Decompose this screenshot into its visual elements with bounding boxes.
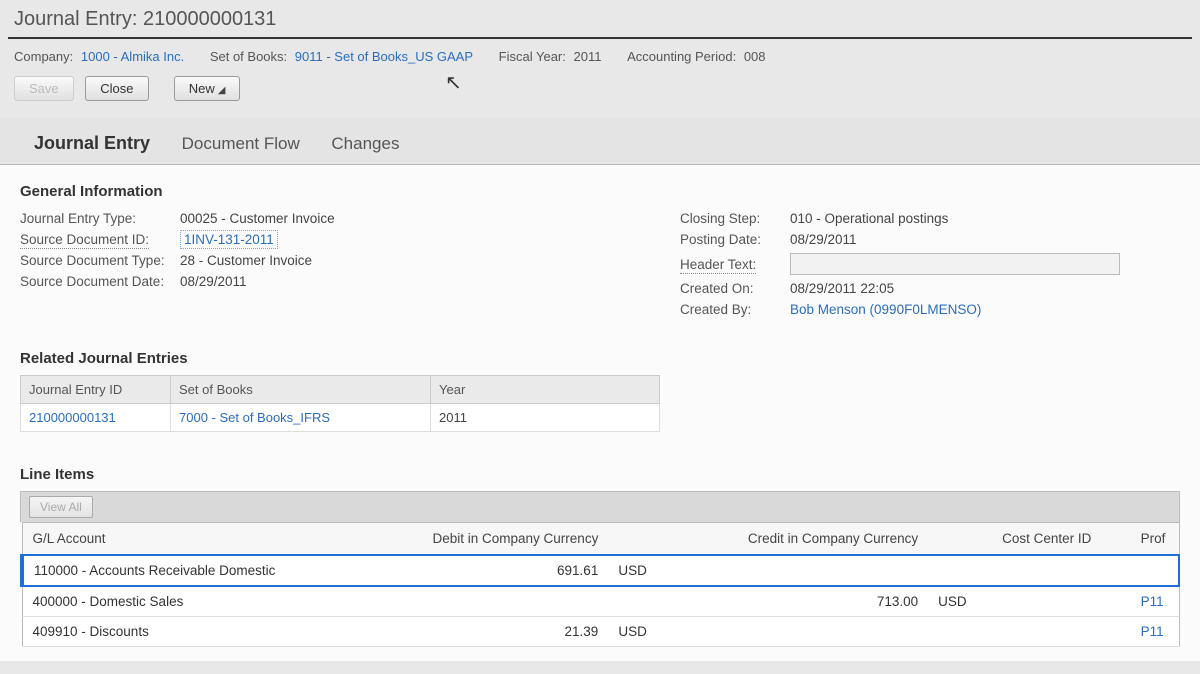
- closing-step-value: 010 - Operational postings: [790, 211, 948, 226]
- line-profit[interactable]: [1131, 555, 1179, 586]
- line-gl: 110000 - Accounts Receivable Domestic: [22, 555, 406, 586]
- line-credit-cur: [928, 617, 992, 647]
- line-profit[interactable]: P11: [1131, 617, 1179, 647]
- company-label: Company:: [14, 49, 73, 64]
- line-items-header-row: G/L Account Debit in Company Currency Cr…: [22, 523, 1179, 556]
- source-doc-date-value: 08/29/2011: [180, 274, 247, 289]
- line-items-table: G/L Account Debit in Company Currency Cr…: [20, 522, 1180, 647]
- line-items-title: Line Items: [20, 466, 1180, 483]
- related-col-sob: Set of Books: [171, 376, 431, 404]
- tab-journal-entry[interactable]: Journal Entry: [20, 125, 164, 164]
- created-by-label: Created By:: [680, 302, 790, 317]
- tab-document-flow[interactable]: Document Flow: [168, 126, 314, 164]
- col-debit: Debit in Company Currency: [406, 523, 609, 556]
- col-profit: Prof: [1131, 523, 1179, 556]
- je-type-label: Journal Entry Type:: [20, 211, 180, 226]
- set-of-books-link[interactable]: 9011 - Set of Books_US GAAP: [295, 49, 473, 64]
- save-button: Save: [14, 76, 74, 101]
- source-doc-date-label: Source Document Date:: [20, 274, 180, 289]
- line-credit-cur: [928, 555, 992, 586]
- related-col-id: Journal Entry ID: [21, 376, 171, 404]
- related-header-row: Journal Entry ID Set of Books Year: [21, 376, 660, 404]
- tabs: Journal Entry Document Flow Changes: [0, 117, 1200, 165]
- line-debit-amt: 691.61: [406, 555, 609, 586]
- related-table: Journal Entry ID Set of Books Year 21000…: [20, 375, 660, 432]
- general-info-title: General Information: [20, 183, 1180, 200]
- source-doc-id-label: Source Document ID:: [20, 232, 149, 249]
- line-debit-amt: 21.39: [406, 617, 609, 647]
- posting-date-value: 08/29/2011: [790, 232, 857, 247]
- page-title: Journal Entry: 210000000131: [0, 0, 1200, 37]
- related-row[interactable]: 210000000131 7000 - Set of Books_IFRS 20…: [21, 404, 660, 432]
- view-all-button[interactable]: View All: [29, 496, 93, 518]
- general-info-right: Closing Step: 010 - Operational postings…: [680, 208, 1180, 320]
- line-credit-cur: USD: [928, 586, 992, 617]
- source-doc-id-link[interactable]: 1INV-131-2011: [180, 230, 278, 249]
- header-text-input[interactable]: [790, 253, 1120, 275]
- content-area: General Information Journal Entry Type: …: [0, 165, 1200, 661]
- line-credit-amt: [672, 555, 928, 586]
- related-id-link[interactable]: 210000000131: [21, 404, 171, 432]
- line-profit[interactable]: P11: [1131, 586, 1179, 617]
- fiscal-year-value: 2011: [573, 49, 601, 64]
- page-title-id: 210000000131: [143, 8, 276, 30]
- line-row[interactable]: 110000 - Accounts Receivable Domestic 69…: [22, 555, 1179, 586]
- line-debit-cur: [608, 586, 672, 617]
- line-items-toolbar: View All: [20, 491, 1180, 522]
- header-divider: [8, 37, 1192, 39]
- tab-changes[interactable]: Changes: [317, 126, 413, 164]
- line-credit-amt: [672, 617, 928, 647]
- line-row[interactable]: 409910 - Discounts 21.39 USD P11: [22, 617, 1179, 647]
- new-button-label: New: [189, 81, 215, 96]
- caret-icon: ◢: [218, 85, 226, 96]
- line-row[interactable]: 400000 - Domestic Sales 713.00 USD P11: [22, 586, 1179, 617]
- line-debit-amt: [406, 586, 609, 617]
- related-sob-link[interactable]: 7000 - Set of Books_IFRS: [171, 404, 431, 432]
- created-on-value: 08/29/2011 22:05: [790, 281, 894, 296]
- page-title-prefix: Journal Entry:: [14, 8, 137, 30]
- closing-step-label: Closing Step:: [680, 211, 790, 226]
- created-on-label: Created On:: [680, 281, 790, 296]
- source-doc-type-label: Source Document Type:: [20, 253, 180, 268]
- posting-date-label: Posting Date:: [680, 232, 790, 247]
- accounting-period-label: Accounting Period:: [627, 49, 736, 64]
- close-button[interactable]: Close: [85, 76, 148, 101]
- company-link[interactable]: 1000 - Almika Inc.: [81, 49, 184, 64]
- col-credit: Credit in Company Currency: [672, 523, 928, 556]
- fiscal-year-label: Fiscal Year:: [499, 49, 566, 64]
- line-credit-amt: 713.00: [672, 586, 928, 617]
- source-doc-type-value: 28 - Customer Invoice: [180, 253, 312, 268]
- accounting-period-value: 008: [744, 49, 766, 64]
- set-of-books-label: Set of Books:: [210, 49, 287, 64]
- created-by-link[interactable]: Bob Menson (0990F0LMENSO): [790, 302, 981, 317]
- col-cost-center: Cost Center ID: [992, 523, 1131, 556]
- line-debit-cur: USD: [608, 555, 672, 586]
- line-debit-cur: USD: [608, 617, 672, 647]
- line-gl: 400000 - Domestic Sales: [22, 586, 406, 617]
- line-gl: 409910 - Discounts: [22, 617, 406, 647]
- new-button[interactable]: New◢: [174, 76, 241, 101]
- header-text-label: Header Text:: [680, 257, 756, 274]
- general-info-left: Journal Entry Type: 00025 - Customer Inv…: [20, 208, 680, 320]
- je-type-value: 00025 - Customer Invoice: [180, 211, 335, 226]
- related-year-value: 2011: [431, 404, 660, 432]
- related-title: Related Journal Entries: [20, 350, 1180, 367]
- col-gl-account: G/L Account: [22, 523, 406, 556]
- related-col-year: Year: [431, 376, 660, 404]
- info-bar: Company: 1000 - Almika Inc. Set of Books…: [0, 45, 1200, 74]
- button-bar: Save Close New◢: [0, 74, 1200, 117]
